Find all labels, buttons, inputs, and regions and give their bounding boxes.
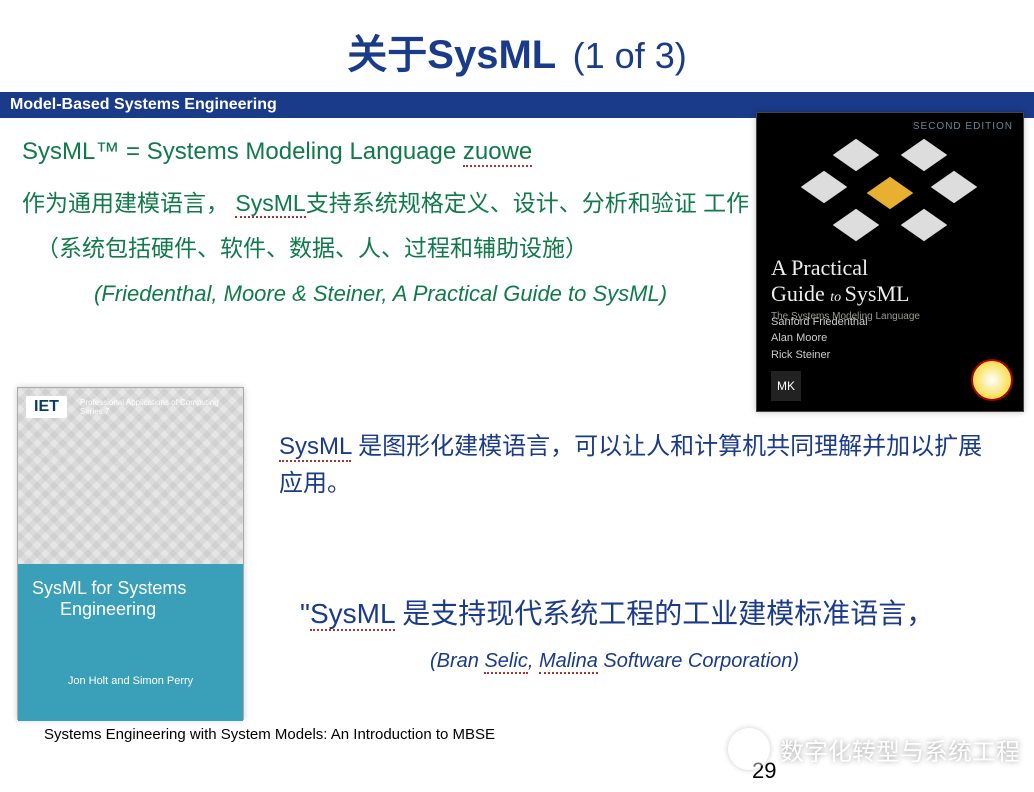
quote-line: "SysML 是支持现代系统工程的工业建模标准语言， [300,592,994,632]
quote-citation: (Bran Selic, Malina Software Corporation… [430,650,799,673]
slide-title: 关于SysML (1 of 3) [0,0,1034,92]
mid-paragraph: SysML 是图形化建模语言，可以让人和计算机共同理解并加以扩展应用。 [279,428,984,502]
book1-badge-icon [971,359,1013,401]
quote-open: " [300,598,310,629]
book2-authors: Jon Holt and Simon Perry [18,675,243,687]
iet-logo-icon: IET [26,396,67,418]
book1-graphic-icon [800,137,980,247]
quote-dotted: SysML [310,598,395,631]
line2-prefix: 作为通用建模语言， [22,190,235,216]
title-main: 关于SysML [347,33,556,77]
book-cover-practical-guide: SECOND EDITION A Practical Guide to SysM… [756,112,1024,412]
mid-para-rest: 是图形化建模语言，可以让人和计算机共同理解并加以扩展应用。 [279,433,982,497]
wechat-icon [728,728,770,770]
book2-title-l2: Engineering [60,599,229,620]
title-count: (1 of 3) [573,35,687,76]
book1-edition: SECOND EDITION [913,121,1013,132]
mid-para-dotted: SysML [279,433,351,462]
quote-rest: 是支持现代系统工程的工业建模标准语言， [395,598,935,629]
line1-dotted: zuowe [463,138,532,167]
book1-publisher-icon: MK [771,371,801,401]
book1-title-l2: Guide to SysML [771,281,1009,307]
book2-top: IET Professional Applications of Computi… [18,388,243,564]
line2-suffix: 支持系统规格定义、设计、分析和验证 工作 [306,190,749,216]
watermark: 数字化转型与系统工程 [728,728,1020,770]
book1-title-l1: A Practical [771,255,1009,281]
watermark-text: 数字化转型与系统工程 [780,732,1020,767]
book2-title-l1: SysML for Systems [32,578,229,599]
book2-series: Professional Applications of Computing S… [80,398,243,416]
line1-prefix: SysML™ = Systems Modeling Language [22,138,463,165]
line2-dotted: SysML [235,190,305,218]
bottom-caption: Systems Engineering with System Models: … [44,726,495,743]
book-cover-sysml-se: IET Professional Applications of Computi… [17,387,244,720]
book2-bottom: SysML for Systems Engineering Jon Holt a… [18,564,243,721]
book1-title-block: A Practical Guide to SysML The Systems M… [771,255,1009,322]
book1-authors: Sanford Friedenthal Alan Moore Rick Stei… [771,314,868,364]
